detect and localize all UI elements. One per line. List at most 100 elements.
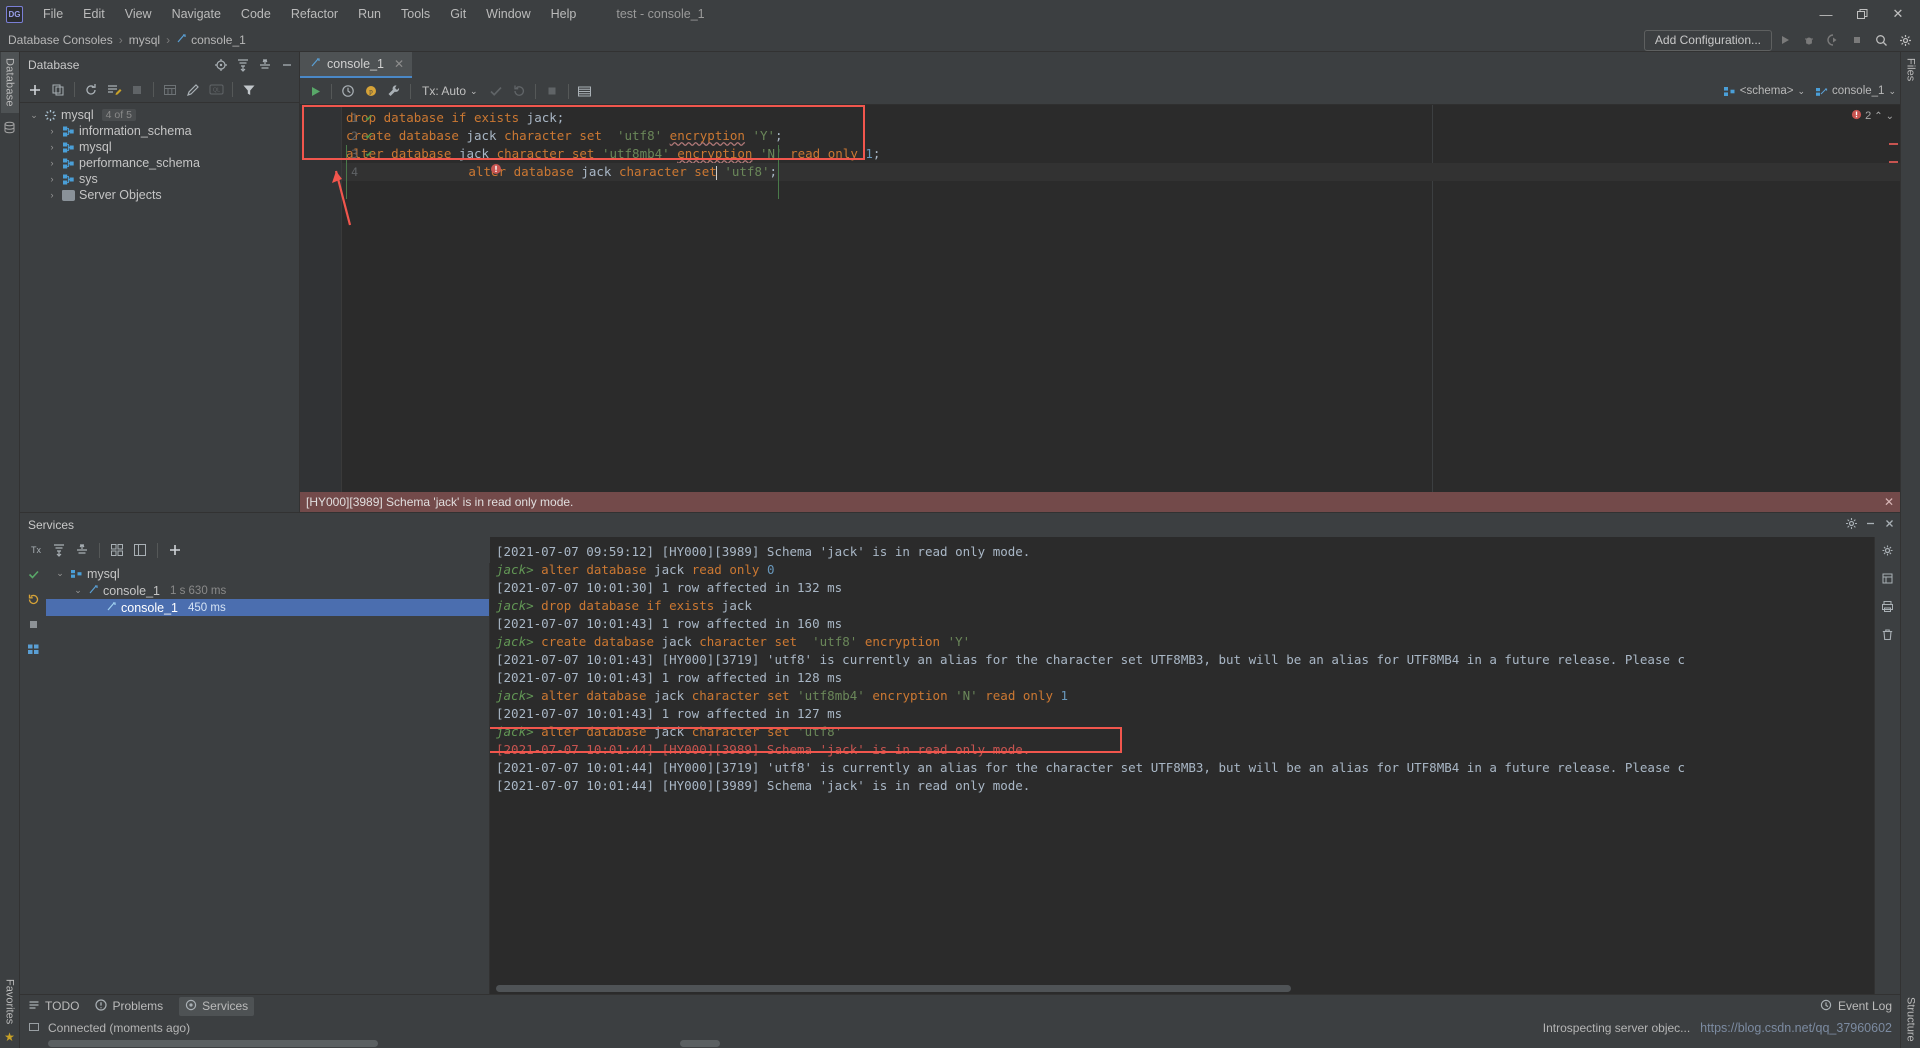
next-error-icon[interactable]: ⌄: [1886, 111, 1894, 122]
grid-icon[interactable]: [23, 640, 43, 658]
log-horizontal-scrollbar[interactable]: [490, 983, 1874, 994]
tx-icon[interactable]: Tx: [26, 540, 46, 560]
code-content[interactable]: 1 ✔ drop database if exists jack; 2 ✔ cr…: [342, 105, 1900, 492]
window-horizontal-scrollbar[interactable]: [20, 1039, 1900, 1048]
menu-item-window[interactable]: Window: [476, 4, 540, 24]
menu-item-run[interactable]: Run: [348, 4, 391, 24]
services-node-mysql[interactable]: ⌄ mysql: [46, 565, 489, 582]
rerun-icon[interactable]: [23, 590, 43, 608]
code-line[interactable]: 2 ✔ create database jack character set '…: [342, 127, 1900, 145]
stop-icon[interactable]: [1846, 30, 1868, 50]
parameters-icon[interactable]: p: [360, 80, 382, 102]
menu-item-git[interactable]: Git: [440, 4, 476, 24]
add-configuration-button[interactable]: Add Configuration...: [1643, 29, 1772, 51]
settings-icon[interactable]: [1894, 30, 1916, 50]
previous-error-icon[interactable]: ⌃: [1874, 111, 1882, 122]
sidebar-item-files[interactable]: Files: [1905, 52, 1917, 81]
chevron-right-icon[interactable]: ›: [46, 142, 58, 152]
menu-item-tools[interactable]: Tools: [391, 4, 440, 24]
bottom-item-services[interactable]: Services: [179, 996, 255, 1016]
stop-icon[interactable]: [541, 80, 563, 102]
chevron-down-icon[interactable]: ⌄: [28, 110, 40, 121]
editor-gutter[interactable]: [300, 105, 342, 492]
close-panel-icon[interactable]: [1883, 517, 1896, 533]
expand-all-icon[interactable]: [233, 55, 253, 75]
tab-console-1[interactable]: console_1 ✕: [300, 52, 413, 78]
query-output-log[interactable]: [2021-07-07 09:59:12] [HY000][3989] Sche…: [490, 537, 1874, 983]
print-icon[interactable]: [1878, 597, 1898, 615]
stop-icon[interactable]: [126, 79, 148, 101]
error-banner-close-icon[interactable]: ✕: [1884, 495, 1894, 509]
code-line[interactable]: 4 alter database jack character set 'utf…: [342, 145, 1900, 199]
stop-icon[interactable]: [23, 615, 43, 633]
error-stripe-marker[interactable]: [1889, 143, 1898, 145]
hide-panel-icon[interactable]: [277, 55, 297, 75]
session-selector[interactable]: console_1 ⌄: [1815, 85, 1896, 98]
tree-node-information-schema[interactable]: › information_schema: [20, 123, 299, 139]
add-icon[interactable]: [24, 79, 46, 101]
tree-node-server-objects[interactable]: › Server Objects: [20, 187, 299, 203]
breadcrumb-database-consoles[interactable]: Database Consoles: [6, 33, 115, 47]
breadcrumb-console[interactable]: console_1: [174, 33, 248, 47]
tree-node-mysql-datasource[interactable]: ⌄ mysql 4 of 5: [20, 107, 299, 123]
statement-error-icon[interactable]: [358, 145, 502, 199]
maximize-button[interactable]: [1844, 1, 1880, 27]
chevron-right-icon[interactable]: ›: [46, 174, 58, 184]
sidebar-item-favorites[interactable]: Favorites: [4, 979, 16, 1024]
locate-icon[interactable]: [211, 55, 231, 75]
code-line[interactable]: 1 ✔ drop database if exists jack;: [342, 109, 1900, 127]
table-editor-icon[interactable]: [574, 80, 596, 102]
tree-node-sys[interactable]: › sys: [20, 171, 299, 187]
menu-item-code[interactable]: Code: [231, 4, 281, 24]
chevron-right-icon[interactable]: ›: [46, 190, 58, 200]
close-button[interactable]: ✕: [1880, 1, 1916, 27]
minimize-panel-icon[interactable]: [1864, 517, 1877, 533]
scrollbar-thumb-right[interactable]: [680, 1040, 720, 1047]
ql-icon[interactable]: QL: [205, 79, 227, 101]
run-icon[interactable]: [23, 565, 43, 583]
bottom-item-todo[interactable]: TODO: [28, 999, 79, 1014]
commit-icon[interactable]: [485, 80, 507, 102]
tx-mode-dropdown[interactable]: Tx: Auto ⌄: [416, 84, 484, 98]
expand-all-icon[interactable]: [49, 540, 69, 560]
menu-item-file[interactable]: File: [33, 4, 73, 24]
schema-selector[interactable]: <schema> ⌄: [1723, 85, 1805, 98]
services-output-pane[interactable]: [2021-07-07 09:59:12] [HY000][3989] Sche…: [490, 537, 1874, 994]
group-icon[interactable]: [107, 540, 127, 560]
menu-item-edit[interactable]: Edit: [73, 4, 115, 24]
collapse-all-icon[interactable]: [72, 540, 92, 560]
sql-script-icon[interactable]: [103, 79, 125, 101]
sidebar-item-database[interactable]: Database: [0, 52, 19, 113]
datasource-properties-icon[interactable]: [383, 80, 405, 102]
layout-icon[interactable]: [130, 540, 150, 560]
export-icon[interactable]: [1878, 569, 1898, 587]
error-stripe-marker[interactable]: [1889, 161, 1898, 163]
breadcrumb-mysql[interactable]: mysql: [127, 33, 162, 47]
collapse-all-icon[interactable]: [255, 55, 275, 75]
inspection-widget[interactable]: 2 ⌃ ⌄: [1851, 109, 1894, 123]
edit-icon[interactable]: [182, 79, 204, 101]
scrollbar-thumb-left[interactable]: [48, 1040, 378, 1047]
sql-editor[interactable]: 1 ✔ drop database if exists jack; 2 ✔ cr…: [300, 105, 1900, 492]
refresh-icon[interactable]: [80, 79, 102, 101]
log-scrollbar-thumb[interactable]: [496, 985, 1291, 992]
sidebar-item-structure[interactable]: Structure: [1905, 997, 1917, 1042]
services-node-console-session[interactable]: ⌄ console_1 1 s 630 ms: [46, 582, 489, 599]
chevron-right-icon[interactable]: ›: [46, 126, 58, 136]
add-icon[interactable]: [165, 540, 185, 560]
run-with-coverage-icon[interactable]: [1822, 30, 1844, 50]
delete-icon[interactable]: [1878, 625, 1898, 643]
menu-item-view[interactable]: View: [115, 4, 162, 24]
menu-item-refactor[interactable]: Refactor: [281, 4, 348, 24]
search-everywhere-icon[interactable]: [1870, 30, 1892, 50]
table-icon[interactable]: [159, 79, 181, 101]
favorites-star-icon[interactable]: ★: [4, 1030, 15, 1044]
database-stripe-icon[interactable]: [3, 121, 16, 137]
tree-node-mysql-schema[interactable]: › mysql: [20, 139, 299, 155]
tab-close-icon[interactable]: ✕: [394, 57, 404, 71]
run-icon[interactable]: [1774, 30, 1796, 50]
settings-icon[interactable]: [1878, 541, 1898, 559]
settings-icon[interactable]: [1845, 517, 1858, 533]
services-node-console-run[interactable]: console_1 450 ms: [46, 599, 489, 616]
bottom-item-problems[interactable]: Problems: [95, 998, 163, 1014]
